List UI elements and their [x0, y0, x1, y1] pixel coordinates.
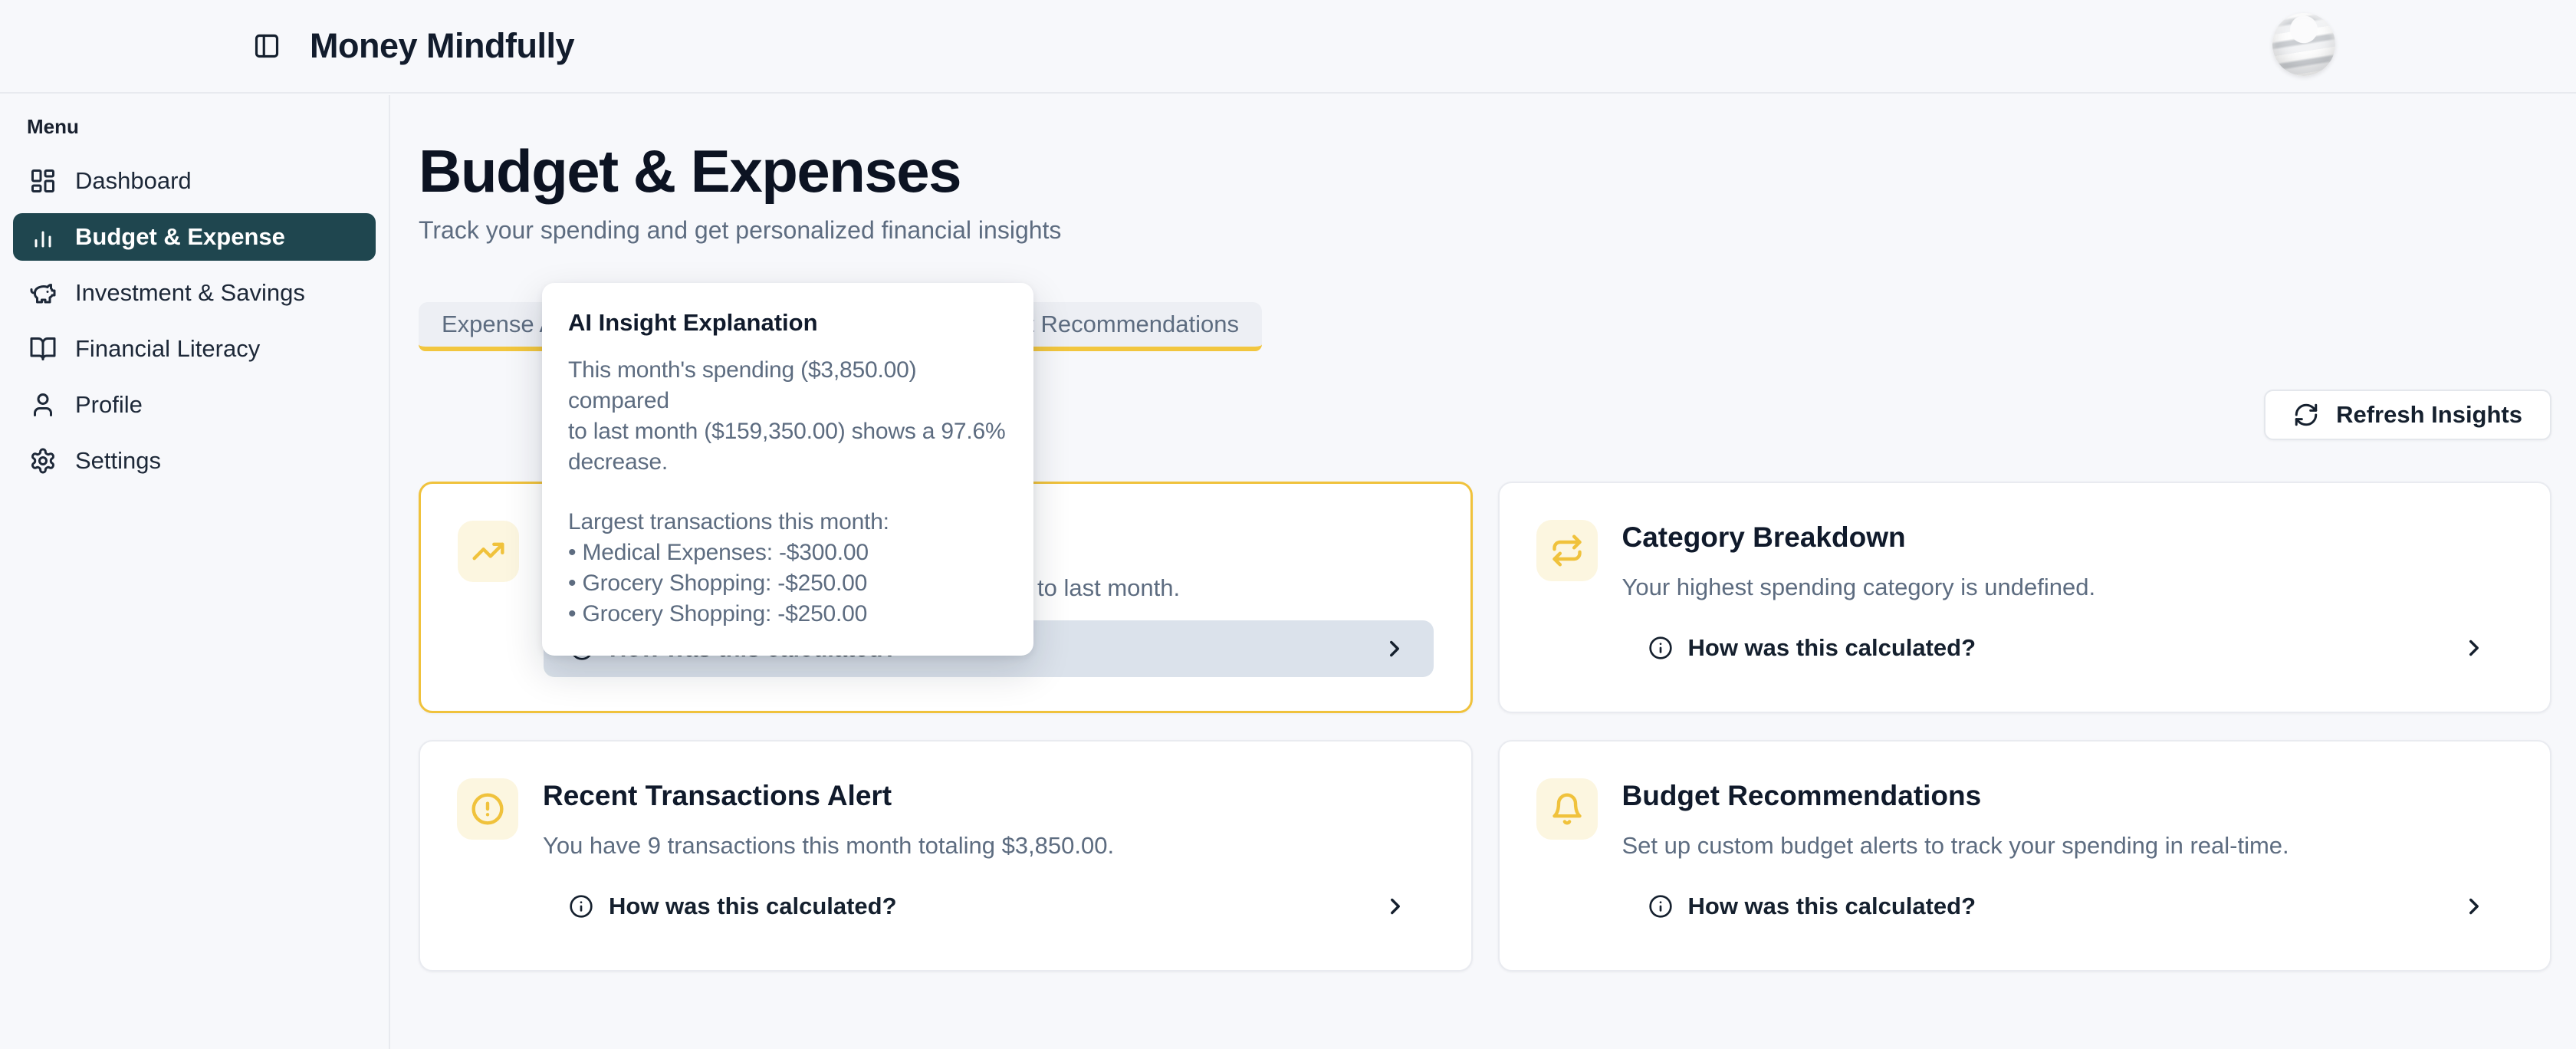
- book-open-icon: [29, 335, 57, 363]
- chevron-right-icon: [2461, 893, 2487, 919]
- chevron-right-icon: [2461, 635, 2487, 661]
- card-budget-recommendations: Budget Recommendations Set up custom bud…: [1498, 740, 2552, 972]
- panel-left-icon: [253, 32, 281, 60]
- repeat-icon: [1536, 520, 1598, 581]
- tooltip-list-item: • Medical Expenses: -$300.00: [568, 538, 1007, 568]
- ai-insight-tooltip: AI Insight Explanation This month's spen…: [542, 283, 1033, 656]
- card-title: Category Breakdown: [1622, 521, 1906, 554]
- sidebar-item-label: Settings: [75, 447, 161, 475]
- bell-icon: [1536, 778, 1598, 840]
- how-calculated-label: How was this calculated?: [1688, 893, 1976, 920]
- sidebar-item-label: Dashboard: [75, 167, 192, 195]
- sidebar-item-budget-expense[interactable]: Budget & Expense: [13, 213, 376, 261]
- sidebar-item-financial-literacy[interactable]: Financial Literacy: [13, 325, 376, 373]
- sidebar-item-dashboard[interactable]: Dashboard: [13, 157, 376, 205]
- info-icon: [1648, 636, 1673, 660]
- sidebar-item-label: Profile: [75, 391, 143, 419]
- bar-chart-icon: [29, 223, 57, 251]
- card-title: Recent Transactions Alert: [543, 780, 892, 812]
- page-title: Budget & Expenses: [419, 136, 961, 206]
- tooltip-spacer: [568, 478, 1007, 507]
- how-calculated-button[interactable]: How was this calculated?: [1622, 620, 2514, 676]
- info-icon: [1648, 894, 1673, 919]
- tooltip-list-item: • Grocery Shopping: -$250.00: [568, 599, 1007, 630]
- gear-icon: [29, 447, 57, 475]
- refresh-insights-button[interactable]: Refresh Insights: [2264, 390, 2551, 440]
- tooltip-text-line: decrease.: [568, 447, 1007, 478]
- sidebar-item-label: Financial Literacy: [75, 335, 260, 363]
- sidebar-section-label: Menu: [27, 115, 389, 139]
- info-icon: [569, 894, 593, 919]
- dashboard-icon: [29, 167, 57, 195]
- tooltip-text-line: This month's spending ($3,850.00) compar…: [568, 355, 1007, 416]
- trending-up-icon: [458, 521, 519, 582]
- tooltip-text-line: to last month ($159,350.00) shows a 97.6…: [568, 416, 1007, 447]
- sidebar-item-investment-savings[interactable]: Investment & Savings: [13, 269, 376, 317]
- how-calculated-label: How was this calculated?: [1688, 634, 1976, 662]
- user-icon: [29, 391, 57, 419]
- how-calculated-label: How was this calculated?: [609, 893, 897, 920]
- card-description-fragment: to last month.: [1037, 574, 1180, 602]
- tooltip-list-item: • Grocery Shopping: -$250.00: [568, 568, 1007, 599]
- how-calculated-button[interactable]: How was this calculated?: [543, 878, 1434, 935]
- card-recent-transactions-alert: Recent Transactions Alert You have 9 tra…: [419, 740, 1473, 972]
- sidebar-toggle-button[interactable]: [248, 28, 285, 64]
- chevron-right-icon: [1382, 893, 1408, 919]
- alert-circle-icon: [457, 778, 518, 840]
- card-title: Budget Recommendations: [1622, 780, 1982, 812]
- card-category-breakdown: Category Breakdown Your highest spending…: [1498, 482, 2552, 713]
- tooltip-list-header: Largest transactions this month:: [568, 507, 1007, 538]
- sidebar-item-profile[interactable]: Profile: [13, 381, 376, 429]
- piggy-bank-icon: [29, 279, 57, 307]
- tooltip-title: AI Insight Explanation: [568, 309, 1007, 337]
- card-description: Set up custom budget alerts to track you…: [1622, 832, 2289, 860]
- app-header: Money Mindfully: [0, 0, 2576, 94]
- main-content: Budget & Expenses Track your spending an…: [392, 94, 2576, 1049]
- app-title: Money Mindfully: [310, 26, 574, 66]
- card-description: You have 9 transactions this month total…: [543, 832, 1114, 860]
- card-description: Your highest spending category is undefi…: [1622, 574, 2096, 601]
- avatar[interactable]: [2272, 13, 2335, 76]
- sidebar-item-label: Investment & Savings: [75, 279, 305, 307]
- sidebar: Menu Dashboard Budget & Expense: [0, 95, 390, 1049]
- chevron-right-icon: [1382, 636, 1408, 662]
- refresh-insights-label: Refresh Insights: [2336, 401, 2522, 429]
- how-calculated-button[interactable]: How was this calculated?: [1622, 878, 2514, 935]
- sidebar-item-label: Budget & Expense: [75, 223, 285, 251]
- sidebar-nav: Dashboard Budget & Expense Investment & …: [0, 157, 389, 485]
- sidebar-item-settings[interactable]: Settings: [13, 437, 376, 485]
- refresh-icon: [2293, 402, 2319, 428]
- page-subtitle: Track your spending and get personalized…: [419, 216, 1061, 245]
